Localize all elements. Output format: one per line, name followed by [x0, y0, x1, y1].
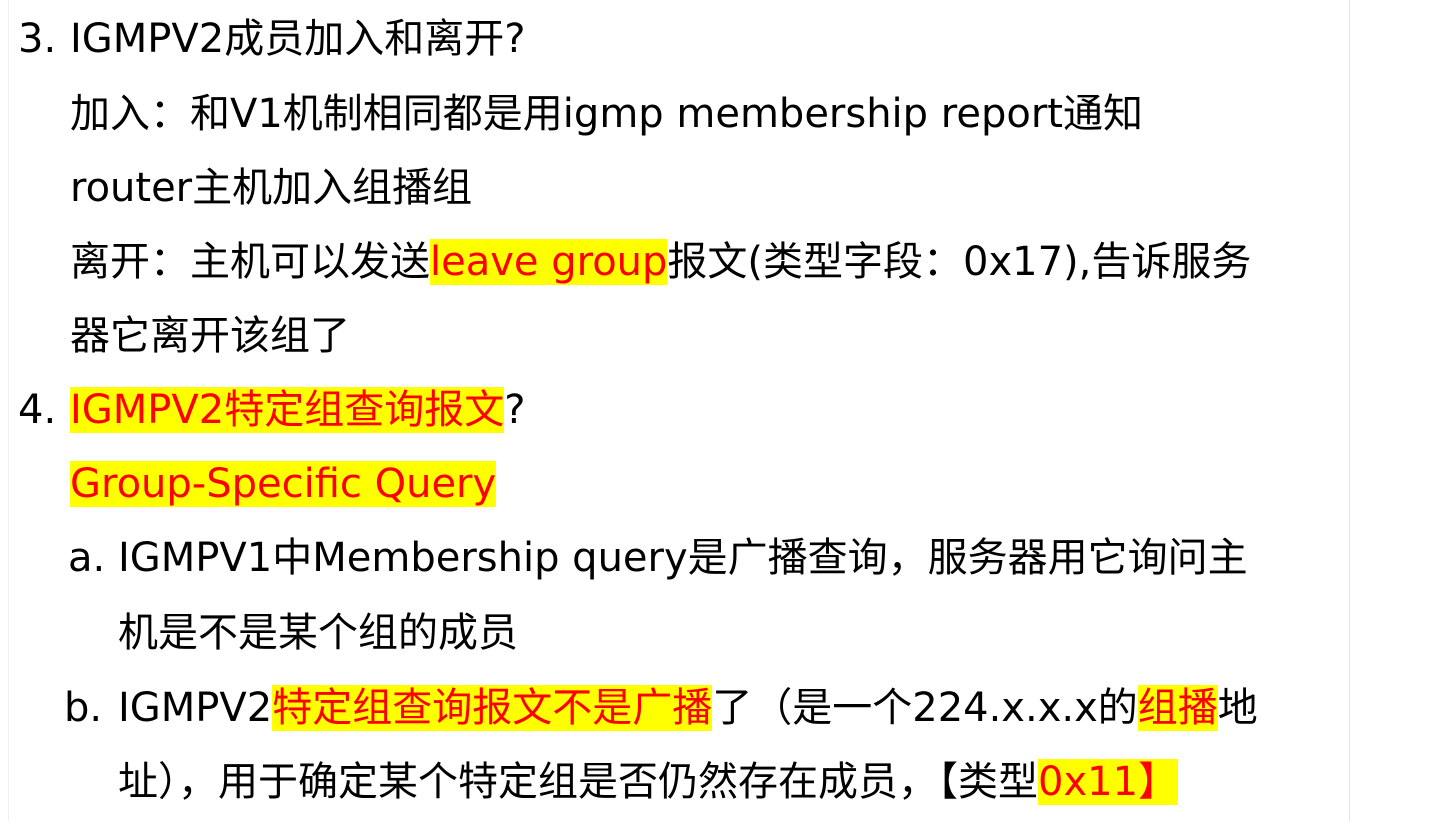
section-4-subtitle: Group-Specific Query	[70, 447, 497, 521]
item-b-highlight-1: 特定组查询报文不是广播	[272, 685, 713, 731]
leave-text-2: 器它离开该组了	[70, 313, 350, 359]
item-b-marker-text: b.	[64, 685, 103, 731]
section-3-number: 3.	[18, 16, 57, 62]
section-4-title-suffix: ?	[504, 387, 526, 433]
item-b-line-1: IGMPV2特定组查询报文不是广播了（是一个224.x.x.x的组播地	[118, 671, 1258, 745]
leave-suffix: 报文(类型字段：0x17),告诉服务	[667, 239, 1252, 285]
section-4-title: IGMPV2特定组查询报文?	[70, 373, 525, 447]
join-text-1: 加入：和V1机制相同都是用igmp membership report通知	[70, 91, 1143, 137]
section-4-heading: 4.	[18, 373, 56, 447]
item-b-suffix: 地	[1217, 685, 1258, 731]
section-3-title: IGMPV2成员加入和离开?	[70, 2, 525, 76]
section-3-heading: 3.	[18, 2, 56, 76]
item-a-text-2: 机是不是某个组的成员	[118, 610, 518, 656]
item-a-line-1: IGMPV1中Membership query是广播查询，服务器用它询问主	[118, 521, 1248, 595]
section-3-title-text: IGMPV2成员加入和离开?	[70, 16, 526, 62]
item-b-marker: b.	[64, 671, 102, 745]
join-text-2: router主机加入组播组	[70, 165, 473, 211]
leave-prefix: 离开：主机可以发送	[70, 239, 430, 285]
item-b-line-2-prefix: 址），用于确定某个特定组是否仍然存在成员，【类型	[118, 759, 1038, 805]
item-b-middle: 了（是一个224.x.x.x的	[712, 685, 1138, 731]
item-a-marker: a.	[68, 521, 105, 595]
leave-group-highlight: leave group	[430, 239, 668, 285]
group-specific-query-highlight: Group-Specific Query	[70, 461, 497, 507]
section-3-join-line-2: router主机加入组播组	[70, 151, 472, 225]
document-page: 3. IGMPV2成员加入和离开? 加入：和V1机制相同都是用igmp memb…	[0, 0, 1454, 821]
section-4-number: 4.	[18, 387, 57, 433]
section-4-title-highlight: IGMPV2特定组查询报文	[70, 387, 505, 433]
item-b-line-2: 址），用于确定某个特定组是否仍然存在成员，【类型0x11】	[118, 745, 1179, 819]
item-b-highlight-2: 组播	[1137, 685, 1218, 731]
item-b-type-highlight: 0x11】	[1038, 759, 1179, 805]
item-a-line-2: 机是不是某个组的成员	[118, 596, 518, 670]
item-a-marker-text: a.	[68, 535, 106, 581]
item-a-text-1: IGMPV1中Membership query是广播查询，服务器用它询问主	[118, 535, 1248, 581]
section-3-join-line-1: 加入：和V1机制相同都是用igmp membership report通知	[70, 77, 1143, 151]
item-b-prefix: IGMPV2	[118, 685, 273, 731]
section-3-leave-line-2: 器它离开该组了	[70, 299, 350, 373]
section-3-leave-line-1: 离开：主机可以发送leave group报文(类型字段：0x17),告诉服务	[70, 225, 1251, 299]
